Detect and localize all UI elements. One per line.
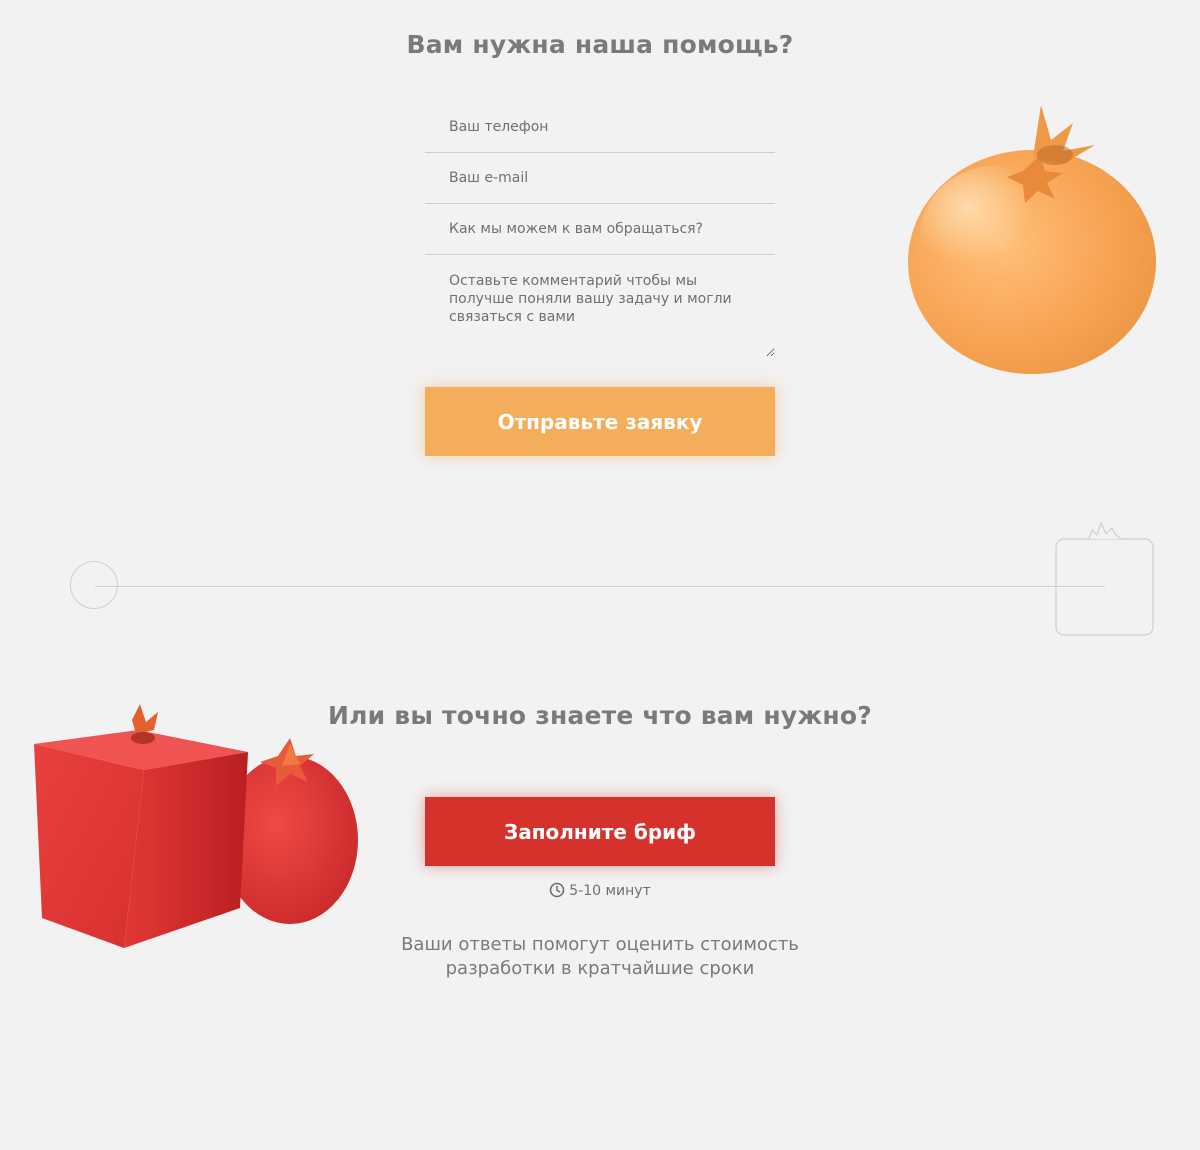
submit-request-button[interactable]: Отправьте заявку (425, 387, 775, 456)
pomegranate-orange-image (908, 105, 1156, 374)
comment-textarea[interactable] (425, 255, 775, 357)
clock-icon (549, 882, 565, 898)
timeline-start-circle (70, 561, 118, 609)
duration-text: 5-10 минут (569, 883, 651, 899)
brief-description-line2: разработки в кратчайшие сроки (445, 958, 755, 979)
email-input[interactable] (425, 153, 775, 204)
contact-form (425, 102, 775, 357)
brief-description: Ваши ответы помогут оценить стоимость ра… (0, 933, 1200, 981)
phone-input[interactable] (425, 102, 775, 153)
pomegranate-cube-image (34, 704, 358, 948)
pomegranate-outline-icon (1055, 521, 1154, 636)
fill-brief-button[interactable]: Заполните бриф (425, 797, 775, 866)
timeline-line (95, 586, 1105, 587)
duration-info: 5-10 минут (0, 882, 1200, 899)
name-input[interactable] (425, 204, 775, 255)
contact-title: Вам нужна наша помощь? (406, 30, 794, 59)
brief-description-line1: Ваши ответы помогут оценить стоимость (401, 934, 799, 955)
